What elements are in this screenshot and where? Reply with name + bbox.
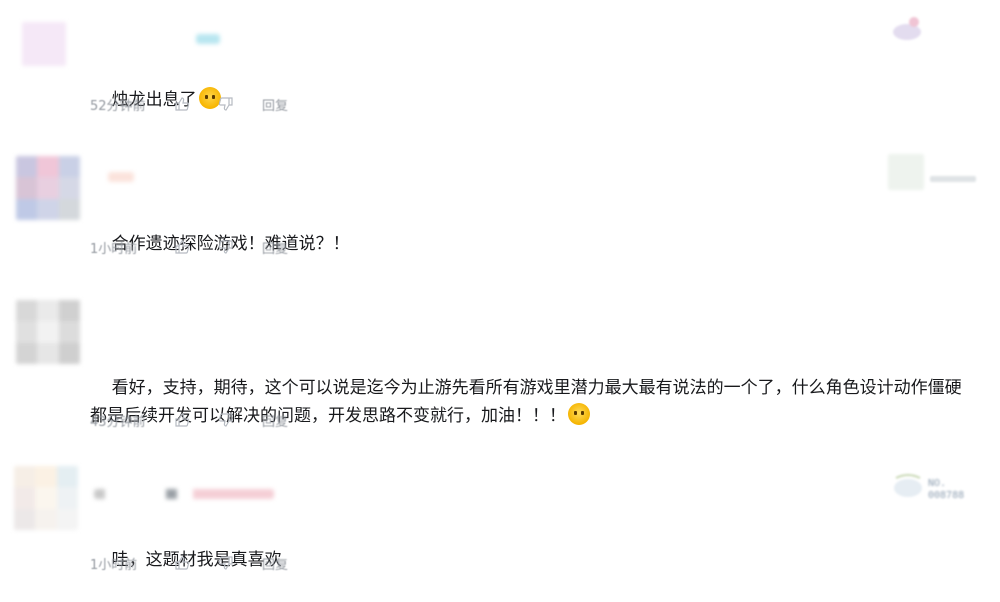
avatar[interactable] — [14, 466, 78, 530]
comment-meta: 52分钟前 回复 — [90, 95, 288, 114]
avatar[interactable] — [16, 300, 80, 364]
dislike-icon[interactable] — [218, 555, 234, 571]
like-icon[interactable] — [174, 96, 190, 112]
decoration-badge-icon — [890, 14, 924, 42]
username[interactable] — [108, 172, 134, 182]
like-icon[interactable] — [174, 412, 190, 428]
username[interactable] — [94, 489, 274, 499]
comment-time: 1小时前 — [90, 557, 138, 573]
username[interactable] — [196, 34, 220, 44]
fan-number-badge: NO. 008788 — [928, 478, 965, 501]
reply-button[interactable]: 回复 — [262, 95, 288, 114]
avatar[interactable] — [16, 156, 80, 220]
fan-badge-text — [930, 174, 976, 186]
comment-time: 52分钟前 — [90, 98, 146, 114]
dislike-icon[interactable] — [218, 96, 234, 112]
comment-text: 看好，支持，期待，这个可以说是迄今为止游先看所有游戏里潜力最大最有说法的一个了，… — [90, 378, 962, 426]
fan-badge-icon — [888, 154, 924, 190]
reply-button[interactable]: 回复 — [262, 554, 288, 573]
avatar[interactable] — [22, 22, 66, 66]
decoration-badge-icon — [890, 472, 926, 500]
comment-meta: 1小时前 回复 — [90, 554, 288, 573]
reply-button[interactable]: 回复 — [262, 238, 288, 257]
reply-button[interactable]: 回复 — [262, 411, 288, 430]
comment-time: 43分钟前 — [90, 414, 146, 430]
like-icon[interactable] — [174, 555, 190, 571]
dislike-icon[interactable] — [218, 412, 234, 428]
shocked-emoji-icon — [568, 403, 590, 425]
dislike-icon[interactable] — [218, 239, 234, 255]
comment-meta: 43分钟前 回复 — [90, 411, 288, 430]
comment-time: 1小时前 — [90, 241, 138, 257]
like-icon[interactable] — [174, 239, 190, 255]
comment-meta: 1小时前 回复 — [90, 238, 288, 257]
